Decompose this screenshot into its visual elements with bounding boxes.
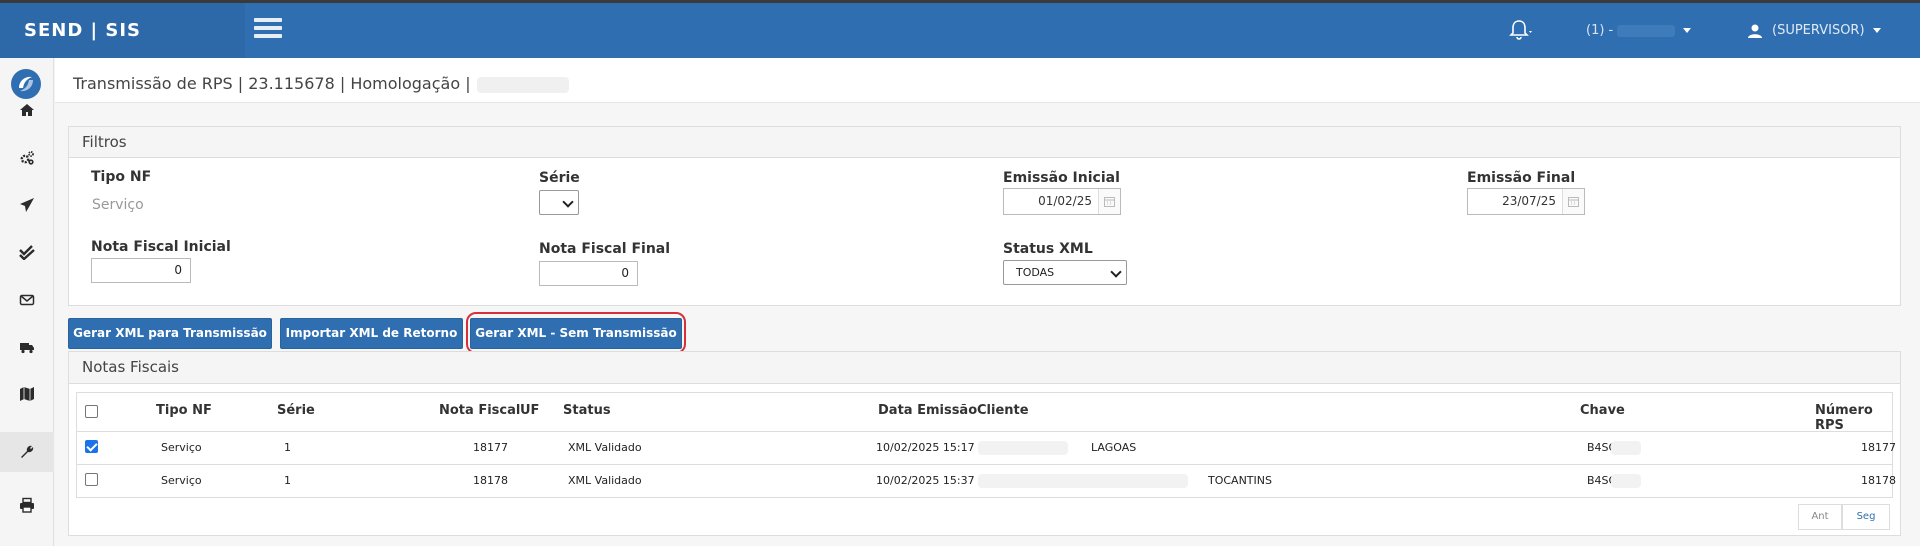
table-row[interactable]: Serviço 1 18178 XML Validado 10/02/2025 … <box>77 464 1896 497</box>
send-icon <box>20 198 34 212</box>
breadcrumb: Transmissão de RPS | 23.115678 | Homolog… <box>73 74 569 93</box>
filters-panel: Filtros Tipo NF Serviço Série Emissão In… <box>68 126 1901 306</box>
notas-table: Tipo NF Série Nota Fiscal UF Status Data… <box>76 392 1896 498</box>
nf-inicial-input[interactable]: 0 <box>91 258 191 283</box>
cell-numero-rps: 18178 <box>1861 474 1896 487</box>
notas-fiscais-title: Notas Fiscais <box>69 352 1900 384</box>
col-chave[interactable]: Chave <box>1580 403 1625 418</box>
sidebar-item-print[interactable] <box>0 485 54 525</box>
wrench-icon <box>21 445 34 458</box>
emissao-final-label: Emissão Final <box>1467 170 1576 186</box>
cell-serie: 1 <box>284 474 291 487</box>
cell-status: XML Validado <box>568 441 642 454</box>
col-numero-rps[interactable]: Número RPS <box>1815 403 1892 433</box>
nf-final-input[interactable]: 0 <box>539 261 638 286</box>
cell-cliente: LAGOAS <box>1091 441 1137 454</box>
nf-final-label: Nota Fiscal Final <box>539 241 671 257</box>
chevron-down-icon <box>1683 28 1692 33</box>
user-label: (SUPERVISOR) <box>1772 23 1865 38</box>
cogs-icon <box>20 151 34 165</box>
top-navbar: SEND | SIS (1) - (SUPERVISOR) <box>0 0 1920 58</box>
envelope-icon <box>19 294 35 306</box>
user-icon <box>1748 24 1762 38</box>
col-uf[interactable]: UF <box>520 403 539 418</box>
breadcrumb-text: Transmissão de RPS | 23.115678 | Homolog… <box>73 74 471 93</box>
environment-selector[interactable]: (1) - <box>1586 23 1692 38</box>
emissao-inicial-input[interactable]: 01/02/25 <box>1003 188 1121 215</box>
emissao-inicial-value: 01/02/25 <box>1038 194 1092 208</box>
sidebar-item-truck[interactable] <box>0 327 54 367</box>
chevron-down-icon <box>1872 28 1881 33</box>
gerar-xml-button[interactable]: Gerar XML para Transmissão <box>68 318 272 349</box>
cell-tipo-nf: Serviço <box>161 441 202 454</box>
cell-data-emissao: 10/02/2025 15:17 <box>876 441 975 454</box>
serie-label: Série <box>539 170 580 186</box>
notifications-bell-icon[interactable] <box>1508 19 1536 43</box>
select-all-checkbox[interactable] <box>85 405 98 418</box>
calendar-icon[interactable] <box>1098 189 1120 214</box>
status-xml-select[interactable]: TODAS <box>1003 260 1127 285</box>
filters-title: Filtros <box>69 127 1900 158</box>
importar-xml-button[interactable]: Importar XML de Retorno <box>280 318 463 349</box>
tipo-nf-label: Tipo NF <box>91 169 152 185</box>
sidebar-item-map[interactable] <box>0 374 54 414</box>
sidebar-item-checks[interactable] <box>0 232 54 272</box>
emissao-final-value: 23/07/25 <box>1502 194 1556 208</box>
sidebar-item-send[interactable] <box>0 185 54 225</box>
home-icon <box>20 104 34 116</box>
col-cliente[interactable]: Cliente <box>977 403 1029 418</box>
col-status[interactable]: Status <box>563 403 611 418</box>
table-row[interactable]: Serviço 1 18177 XML Validado 10/02/2025 … <box>77 431 1896 464</box>
sidebar-item-tools[interactable] <box>0 432 54 472</box>
col-nota-fiscal[interactable]: Nota Fiscal <box>439 403 520 418</box>
cell-nota-fiscal: 18178 <box>473 474 508 487</box>
col-tipo-nf[interactable]: Tipo NF <box>156 403 212 418</box>
tipo-nf-value: Serviço <box>92 197 144 213</box>
serie-select[interactable] <box>539 190 579 215</box>
user-menu[interactable]: (SUPERVISOR) <box>1748 23 1881 38</box>
cell-tipo-nf: Serviço <box>161 474 202 487</box>
cell-nota-fiscal: 18177 <box>473 441 508 454</box>
truck-icon <box>20 343 34 354</box>
status-xml-label: Status XML <box>1003 241 1093 257</box>
sidebar-item-mail[interactable] <box>0 280 54 320</box>
emissao-inicial-label: Emissão Inicial <box>1003 170 1120 186</box>
gerar-xml-sem-transmissao-button[interactable]: Gerar XML - Sem Transmissão <box>470 318 682 349</box>
row-checkbox[interactable] <box>85 440 98 453</box>
brand-logo-text[interactable]: SEND | SIS <box>0 3 245 58</box>
cell-data-emissao: 10/02/2025 15:37 <box>876 474 975 487</box>
map-icon <box>20 387 34 401</box>
sidebar-item-home[interactable] <box>0 90 54 130</box>
col-serie[interactable]: Série <box>277 403 315 418</box>
nf-inicial-label: Nota Fiscal Inicial <box>91 239 231 255</box>
pager-next-button[interactable]: Seg <box>1842 504 1890 530</box>
environment-label: (1) - <box>1586 23 1614 38</box>
print-icon <box>20 497 34 513</box>
pager-prev-button[interactable]: Ant <box>1798 504 1842 530</box>
cell-cliente: TOCANTINS <box>1208 474 1272 487</box>
emissao-final-input[interactable]: 23/07/25 <box>1467 188 1585 215</box>
check-double-icon <box>19 245 35 260</box>
sidebar <box>0 58 54 546</box>
cell-serie: 1 <box>284 441 291 454</box>
row-checkbox[interactable] <box>85 473 98 486</box>
sidebar-item-settings[interactable] <box>0 138 54 178</box>
cell-numero-rps: 18177 <box>1861 441 1896 454</box>
menu-toggle-icon[interactable] <box>254 18 284 42</box>
notas-fiscais-panel: Notas Fiscais Tipo NF Série Nota Fiscal … <box>68 351 1901 536</box>
col-data-emissao[interactable]: Data Emissão <box>878 403 977 418</box>
calendar-icon[interactable] <box>1562 189 1584 214</box>
cell-status: XML Validado <box>568 474 642 487</box>
